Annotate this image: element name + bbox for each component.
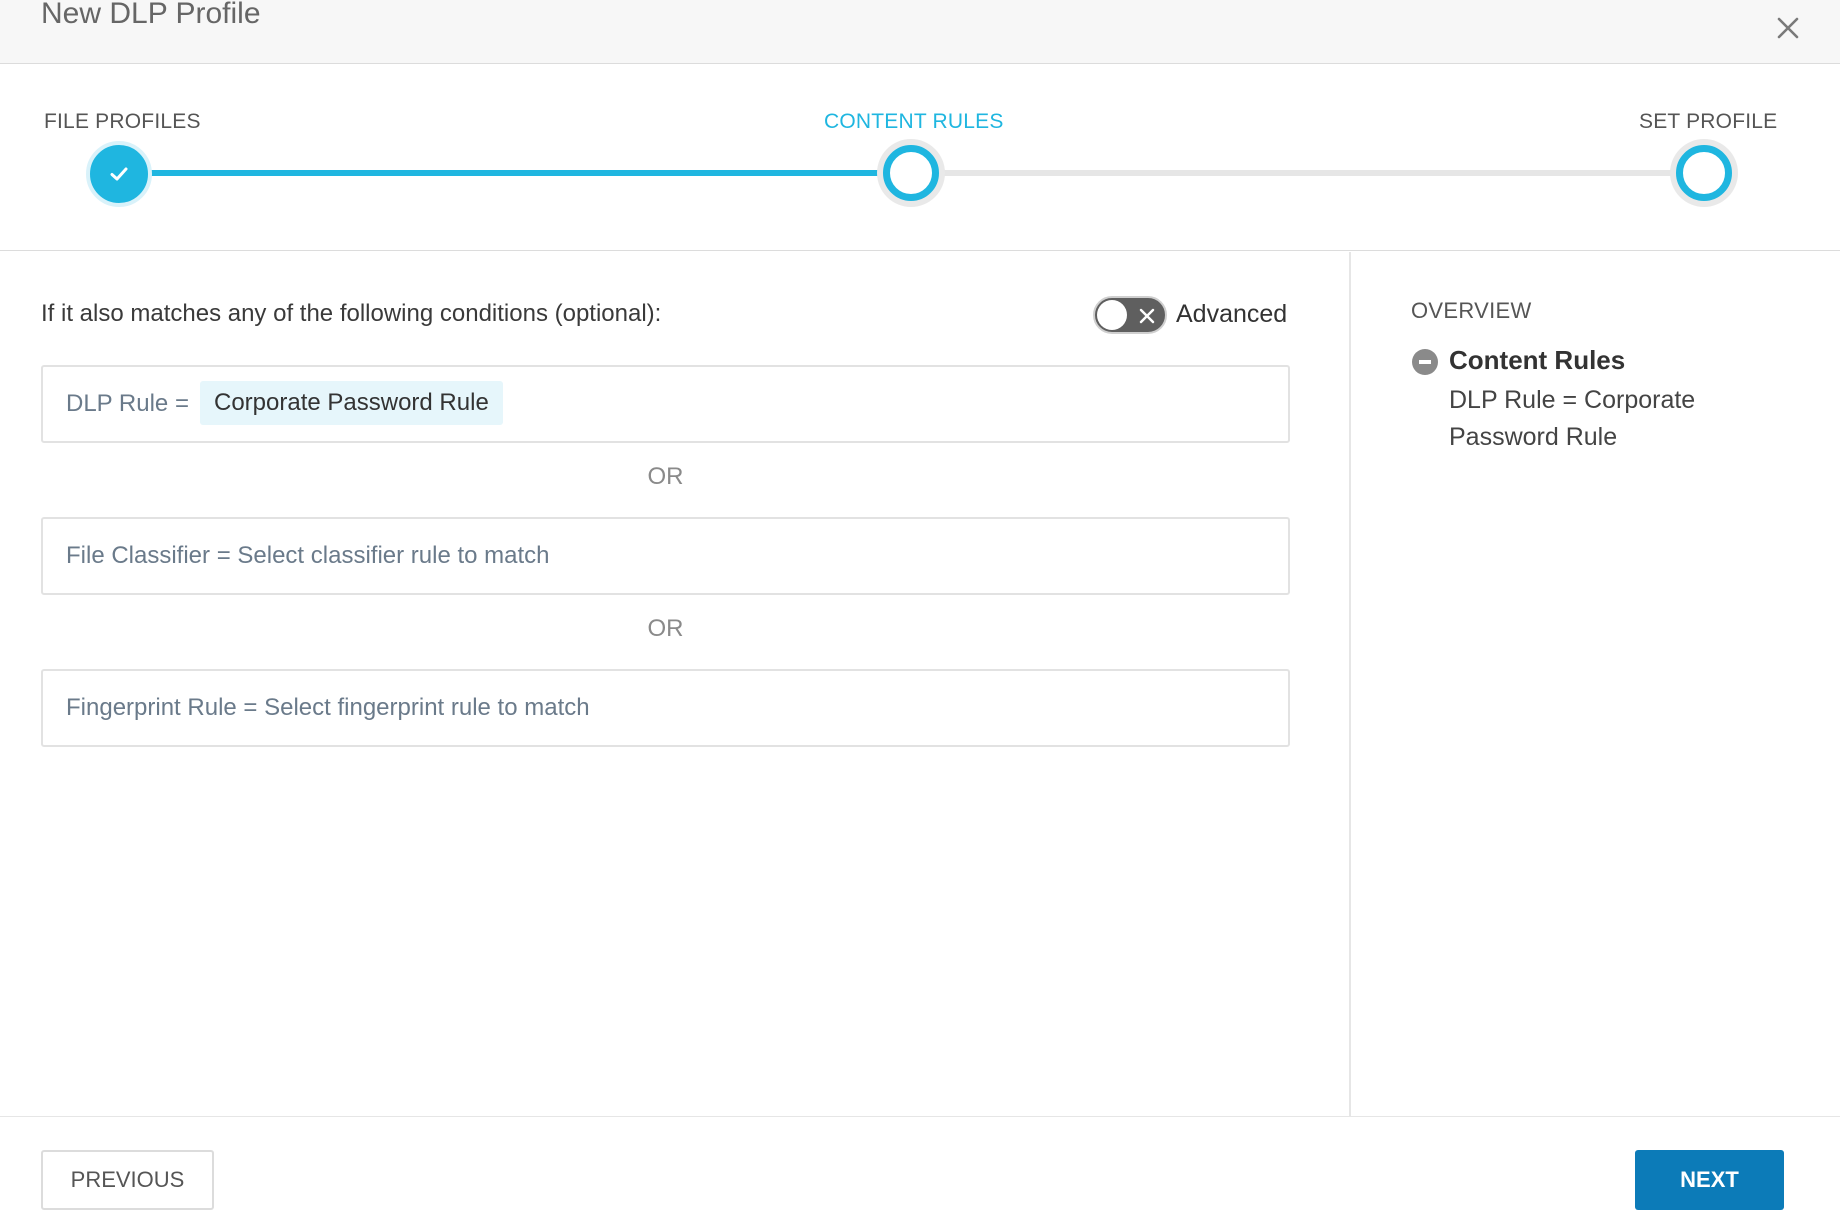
stepper-progress-completed <box>119 170 911 176</box>
new-dlp-profile-dialog: New DLP Profile FILE PROFILES CONTENT RU… <box>0 0 1840 1218</box>
wizard-stepper: FILE PROFILES CONTENT RULES SET PROFILE <box>0 64 1840 251</box>
previous-button[interactable]: PREVIOUS <box>41 1150 214 1210</box>
overview-panel: OVERVIEW Content Rules DLP Rule = Corpor… <box>1351 252 1840 1116</box>
step-label-set-profile: SET PROFILE <box>1639 110 1778 133</box>
file-classifier-field[interactable]: File Classifier = Select classifier rule… <box>41 517 1290 595</box>
dlp-rule-field[interactable]: DLP Rule = Corporate Password Rule <box>41 365 1290 443</box>
dlp-rule-prefix: DLP Rule = <box>66 390 189 417</box>
overview-title: OVERVIEW <box>1411 298 1532 323</box>
conditions-intro: If it also matches any of the following … <box>41 300 662 327</box>
file-classifier-placeholder: Select classifier rule to match <box>237 542 550 569</box>
step-dot-set-profile[interactable] <box>1676 145 1732 201</box>
fingerprint-rule-field[interactable]: Fingerprint Rule = Select fingerprint ru… <box>41 669 1290 747</box>
overview-rule-summary: DLP Rule = Corporate Password Rule <box>1449 386 1696 451</box>
file-classifier-label: File Classifier = <box>66 542 231 569</box>
checkmark-icon <box>110 167 128 181</box>
toggle-off-x-icon <box>1139 308 1155 324</box>
toggle-knob <box>1097 300 1127 330</box>
fingerprint-rule-prefix: Fingerprint Rule = Select fingerprint ru… <box>66 694 590 722</box>
or-separator: OR <box>647 463 684 490</box>
fingerprint-rule-label: Fingerprint Rule = <box>66 694 258 721</box>
advanced-toggle[interactable] <box>1093 296 1167 334</box>
file-classifier-prefix: File Classifier = Select classifier rule… <box>66 542 550 570</box>
dlp-rule-selected-chip[interactable]: Corporate Password Rule <box>200 381 503 425</box>
stepper-progress-remaining <box>911 170 1706 176</box>
step-label-content-rules: CONTENT RULES <box>824 110 1004 133</box>
step-dot-file-profiles[interactable] <box>86 141 152 207</box>
or-separator: OR <box>647 615 684 642</box>
fingerprint-rule-placeholder: Select fingerprint rule to match <box>264 694 590 721</box>
dialog-header: New DLP Profile <box>0 0 1840 64</box>
dialog-title: New DLP Profile <box>41 0 261 30</box>
conditions-panel: If it also matches any of the following … <box>0 252 1349 1116</box>
step-label-file-profiles: FILE PROFILES <box>44 110 201 133</box>
dialog-footer: PREVIOUS NEXT <box>0 1116 1840 1218</box>
collapse-minus-icon[interactable] <box>1412 349 1438 375</box>
close-icon[interactable] <box>1772 12 1804 44</box>
step-dot-content-rules[interactable] <box>883 145 939 201</box>
advanced-toggle-label: Advanced <box>1176 300 1288 328</box>
overview-section-heading: Content Rules <box>1449 345 1626 375</box>
next-button[interactable]: NEXT <box>1635 1150 1784 1210</box>
